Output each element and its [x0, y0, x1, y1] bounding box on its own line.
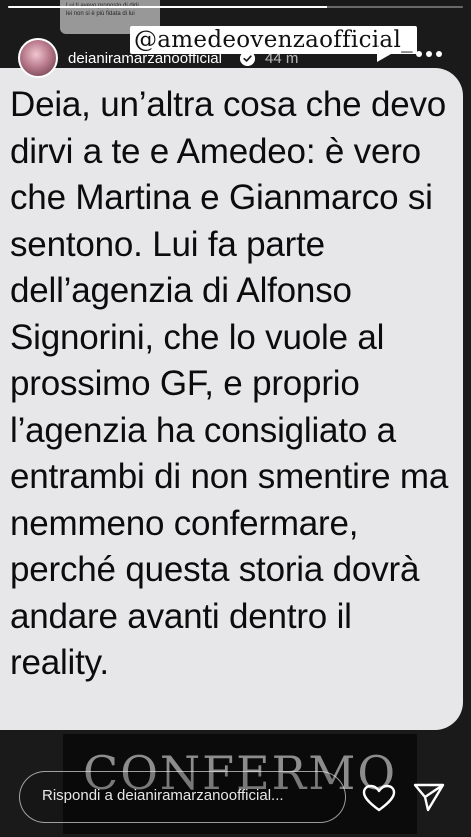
avatar[interactable]: [18, 38, 58, 78]
reply-field[interactable]: [19, 771, 346, 823]
story-progress-fill: [8, 6, 327, 8]
story-progress-bar: [8, 6, 463, 8]
heart-icon[interactable]: [362, 784, 396, 812]
story-header: deianiramarzanoofficial 44 m @amedeovenz…: [0, 26, 471, 88]
play-icon[interactable]: [373, 44, 393, 64]
reply-input[interactable]: [42, 787, 322, 804]
story-text-card: Deia, un’altra cosa che devo dirvi a te …: [0, 68, 463, 730]
story-view[interactable]: Lui ti avevo proposto di dirli lei non s…: [0, 0, 471, 837]
send-icon[interactable]: [412, 781, 446, 813]
story-text: Deia, un’altra cosa che devo dirvi a te …: [10, 85, 449, 682]
more-options-icon[interactable]: [414, 44, 444, 64]
background-chat-line: lei non si è più fidata di lui: [66, 11, 135, 17]
